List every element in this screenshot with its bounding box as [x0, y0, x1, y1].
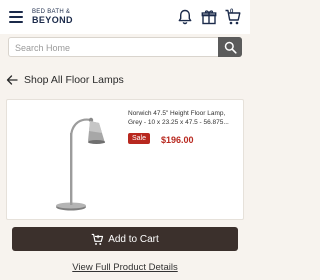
- sale-badge: Sale: [128, 133, 151, 144]
- search-input[interactable]: [15, 40, 215, 55]
- cart-count-badge: 0: [230, 9, 234, 15]
- gift-icon[interactable]: [200, 8, 218, 26]
- cart-plus-icon: [91, 233, 104, 245]
- view-full-product-details-link[interactable]: View Full Product Details: [0, 262, 250, 273]
- header-icon-group: 0: [170, 8, 242, 26]
- floor-lamp-image: [56, 117, 106, 211]
- back-link-label: Shop All Floor Lamps: [24, 74, 124, 86]
- shopping-cart-icon[interactable]: 0: [224, 8, 242, 26]
- arrow-left-icon: [6, 75, 18, 85]
- product-name[interactable]: Norwich 47.5" Height Floor Lamp, Grey - …: [128, 109, 240, 127]
- product-image[interactable]: [11, 103, 123, 217]
- search-icon: [224, 41, 237, 54]
- top-header: BED BATH & BEYOND 0: [0, 0, 250, 34]
- brand-logo[interactable]: BED BATH & BEYOND: [32, 9, 73, 25]
- bell-icon[interactable]: [176, 8, 194, 26]
- product-price: $196.00: [161, 135, 194, 145]
- product-card[interactable]: Norwich 47.5" Height Floor Lamp, Grey - …: [6, 99, 244, 220]
- back-link[interactable]: Shop All Floor Lamps: [6, 72, 124, 88]
- logo-line-2: BEYOND: [32, 15, 73, 25]
- search-bar: [8, 37, 242, 57]
- search-button[interactable]: [218, 37, 242, 57]
- add-to-cart-button[interactable]: Add to Cart: [12, 227, 238, 251]
- hamburger-menu-icon[interactable]: [9, 11, 23, 23]
- add-to-cart-label: Add to Cart: [108, 233, 159, 245]
